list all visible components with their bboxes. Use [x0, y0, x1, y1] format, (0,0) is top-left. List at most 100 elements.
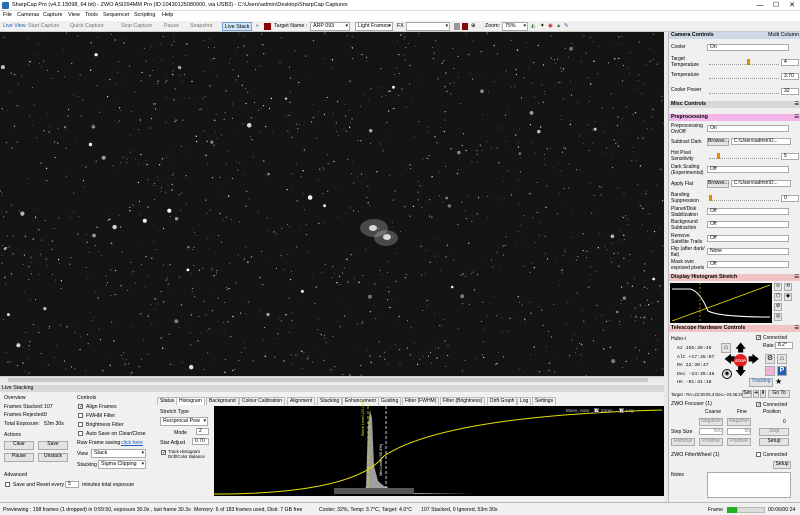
- menu-tools[interactable]: Tools: [85, 12, 98, 18]
- settings-gear-icon[interactable]: ⚙: [765, 354, 775, 364]
- close-button[interactable]: ✕: [784, 0, 800, 11]
- live-view-button[interactable]: Live View: [3, 22, 26, 31]
- menu-file[interactable]: File: [3, 12, 12, 18]
- stretch-settings-icon[interactable]: ⚙: [774, 303, 782, 311]
- goto-button[interactable]: Go To: [768, 390, 790, 398]
- coarse-step-value[interactable]: 500: [699, 428, 723, 435]
- wand-icon[interactable]: ✦: [540, 22, 544, 31]
- zoom-select[interactable]: 75%: [502, 22, 528, 31]
- track-histogram-checkbox[interactable]: ✓: [161, 450, 166, 456]
- telescope-header[interactable]: Telescope Hardware Controls ☰: [669, 325, 800, 332]
- dark-scaling-select[interactable]: Off: [707, 166, 789, 173]
- reset-stretch-icon[interactable]: ⟲: [784, 283, 792, 291]
- zoom-checkbox[interactable]: ✓: [594, 408, 599, 414]
- stacking-select[interactable]: Sigma Clipping: [98, 460, 146, 469]
- background-subtraction-select[interactable]: Off: [707, 221, 789, 228]
- rate-select[interactable]: 8.2°: [775, 342, 793, 349]
- fine-negative-button[interactable]: Negative: [727, 418, 751, 426]
- pause-button[interactable]: Pause: [164, 22, 179, 31]
- align-frames-checkbox[interactable]: ✓: [78, 404, 83, 410]
- preprocessing-header[interactable]: Preprocessing ☰: [669, 114, 800, 121]
- banding-slider[interactable]: [709, 195, 779, 201]
- slider-knob[interactable]: [747, 59, 750, 65]
- tab-histogram[interactable]: Histogram: [176, 397, 205, 405]
- view-select[interactable]: Stack: [91, 449, 146, 458]
- stretch-color-icon[interactable]: ◆: [784, 293, 792, 301]
- color-swatch-icon[interactable]: [264, 23, 271, 30]
- tab-stacking[interactable]: Stacking: [317, 397, 343, 405]
- tab-status[interactable]: Status: [157, 397, 178, 405]
- park-p-icon[interactable]: P: [777, 366, 787, 376]
- hot-pixel-value[interactable]: 5: [781, 153, 799, 160]
- grey-swatch-icon[interactable]: [454, 23, 460, 30]
- preprocessing-onoff-select[interactable]: On: [707, 125, 789, 132]
- coarse-positive-button[interactable]: Positive: [699, 438, 723, 446]
- stretch-info-icon[interactable]: ◎: [774, 313, 782, 321]
- move-south-icon[interactable]: 🡇: [735, 367, 746, 378]
- image-viewer[interactable]: [0, 32, 664, 376]
- tab-alignment[interactable]: Alignment: [287, 397, 316, 405]
- tab-filter-fwhm[interactable]: Filter (FWHM): [402, 397, 440, 405]
- home-target-icon[interactable]: ◉: [722, 369, 732, 379]
- filterwheel-connected-checkbox[interactable]: [756, 452, 761, 457]
- stretch-type-select[interactable]: Reciprocal Pow: [160, 417, 208, 426]
- satellite-trails-select[interactable]: Off: [707, 235, 789, 242]
- goto-arrow-icon[interactable]: ⬇: [760, 390, 766, 398]
- save-reset-checkbox[interactable]: [5, 482, 10, 487]
- clear-button[interactable]: Clear: [4, 441, 34, 450]
- tab-filter-brightness[interactable]: Filter (Brightness): [440, 397, 486, 405]
- live-stack-button[interactable]: Live Stack: [222, 22, 253, 31]
- red-swatch-icon[interactable]: [462, 23, 468, 30]
- move-north-icon[interactable]: 🡅: [735, 343, 746, 354]
- filterwheel-setup-button[interactable]: Setup: [773, 461, 791, 469]
- stats-icon[interactable]: ▲: [556, 22, 561, 31]
- crosshair-icon[interactable]: ⊕: [471, 22, 475, 31]
- panel-menu-icon[interactable]: ☰: [794, 114, 799, 121]
- save-button[interactable]: Save: [38, 441, 68, 450]
- focuser-setup-button[interactable]: Setup: [759, 438, 789, 446]
- focuser-connected-checkbox[interactable]: ✓: [756, 402, 761, 408]
- histogram-icon[interactable]: ◭: [531, 22, 535, 31]
- start-capture-button[interactable]: Start Capture: [28, 22, 60, 31]
- menu-view[interactable]: View: [68, 12, 80, 18]
- auto-save-checkbox[interactable]: [78, 431, 83, 436]
- pec-icon[interactable]: [765, 366, 775, 376]
- cooler-select[interactable]: On: [707, 44, 789, 51]
- quick-capture-button[interactable]: Quick Capture: [70, 22, 104, 31]
- raw-saving-link[interactable]: click here: [121, 440, 143, 446]
- set-target-button[interactable]: Set: [742, 390, 752, 398]
- stop-capture-button[interactable]: Stop Capture: [121, 22, 152, 31]
- save-reset-value[interactable]: 5: [65, 481, 79, 488]
- subtract-dark-path[interactable]: C:\Users\admin\D...: [731, 138, 791, 145]
- brightness-filter-checkbox[interactable]: [78, 422, 83, 427]
- menu-capture[interactable]: Capture: [43, 12, 63, 18]
- stretch-link-icon[interactable]: ⬡: [774, 293, 782, 301]
- unstack-button[interactable]: Unstack: [38, 453, 68, 462]
- telescope-connected-checkbox[interactable]: ✓: [756, 335, 761, 341]
- horizontal-scrollbar[interactable]: [0, 376, 664, 383]
- notes-textarea[interactable]: [707, 472, 791, 498]
- menu-sequencer[interactable]: Sequencer: [103, 12, 130, 18]
- apply-flat-browse-button[interactable]: Browse...: [707, 180, 729, 188]
- tab-background[interactable]: Background: [206, 397, 239, 405]
- tab-guiding[interactable]: Guiding: [378, 397, 402, 405]
- display-histogram-graph[interactable]: [670, 283, 772, 323]
- tab-settings[interactable]: Settings: [532, 397, 557, 405]
- misc-controls-header[interactable]: Misc Controls ☰: [669, 101, 800, 108]
- panel-menu-icon[interactable]: ☰: [794, 274, 799, 281]
- auto-stretch-icon[interactable]: ⊕: [774, 283, 782, 291]
- reticle-icon[interactable]: ◉: [548, 22, 553, 31]
- flip-select[interactable]: None: [707, 248, 789, 255]
- pin-icon[interactable]: ✎: [564, 22, 568, 31]
- panel-menu-icon[interactable]: ☰: [794, 325, 799, 332]
- maximize-button[interactable]: ☐: [768, 0, 784, 11]
- multi-column-toggle[interactable]: Multi Column: [768, 32, 799, 39]
- tracking-button[interactable]: Tracking: [749, 378, 773, 387]
- park-icon[interactable]: ⌂: [721, 343, 731, 353]
- refocus-button[interactable]: Refocus: [671, 438, 695, 446]
- target-temp-slider[interactable]: [709, 59, 779, 65]
- target-temp-value[interactable]: 4: [781, 59, 799, 66]
- move-east-icon[interactable]: 🡆: [748, 355, 759, 366]
- tab-log[interactable]: Log: [517, 397, 532, 405]
- menu-help[interactable]: Help: [162, 12, 173, 18]
